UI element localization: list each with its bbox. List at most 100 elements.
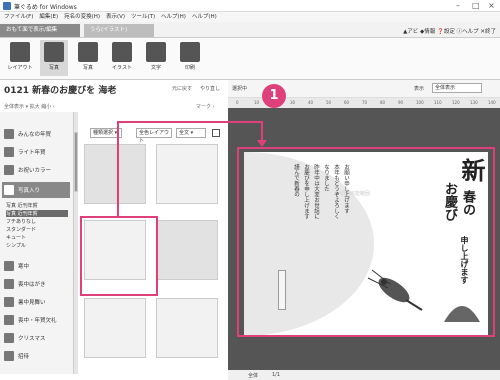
minimize-button[interactable]: – (456, 1, 460, 10)
filter-bar: 種類選択 ▾ 全色レイアウト 全文 ▾ (82, 128, 222, 144)
toolbar-photo-button[interactable]: 写真 (40, 40, 68, 76)
card-icon (4, 129, 14, 139)
ruler-tick-label: 40 (308, 100, 314, 105)
text-select[interactable]: 全文 ▾ (176, 128, 206, 138)
selected-template-highlight (80, 216, 158, 296)
sidebar-item-color[interactable]: お祝いカラー (2, 162, 70, 178)
sidebar-item-photo[interactable]: 写真入り (2, 182, 70, 198)
ruler-tick-label: 120 (452, 100, 460, 105)
grid-view-icon[interactable] (212, 129, 220, 137)
menu-help-2[interactable]: ヘルプ(H) (192, 12, 217, 22)
selection-label: 選択中 (232, 86, 248, 92)
sidebar-sub-2[interactable]: 写真 近刊年賀 (6, 210, 68, 217)
mourning-icon (4, 279, 14, 289)
sidebar-sub-1[interactable]: 写真 近刊年賀 (6, 202, 38, 209)
tab-back[interactable]: うら(イラスト) (84, 24, 154, 37)
sidebar-item-mochu[interactable]: 喪中はがき (2, 276, 70, 292)
redo-button[interactable]: やり直し (200, 85, 220, 92)
toolbar-text-button[interactable]: 文字 (142, 40, 170, 76)
ruler-tick-label: 10 (254, 100, 260, 105)
xmas-icon (4, 333, 14, 343)
ruler-tick-label: 0 (236, 100, 239, 105)
photo2-icon (78, 42, 98, 62)
ruler-tick-label: 70 (362, 100, 368, 105)
photo-icon (44, 42, 64, 62)
page-indicator: 1/1 (272, 372, 281, 378)
ruler-tick-label: 60 (344, 100, 350, 105)
ruler-tick-label: 100 (416, 100, 424, 105)
invite-icon (4, 351, 14, 361)
ruler-tick-label: 130 (470, 100, 478, 105)
menu-tools[interactable]: ツール(T) (131, 12, 155, 22)
callout-number-badge: 1 (262, 84, 286, 108)
menu-file[interactable]: ファイル(F) (4, 12, 33, 22)
sidebar-scrollbar[interactable] (74, 112, 78, 374)
template-thumb-5[interactable] (84, 298, 146, 358)
sidebar-sub-3[interactable]: フチありなし (6, 218, 36, 225)
mark-control[interactable]: マーク › (196, 103, 215, 110)
ruler-tick-label: 90 (398, 100, 404, 105)
window-title: 筆ぐるめ for Windows (14, 4, 77, 11)
menu-bar: ファイル(F) 編集(E) 宛名の変換(H) 表示(V) ツール(T) ヘルプ(… (0, 12, 500, 22)
tab-front[interactable]: おもて面で表示/編集 (0, 24, 80, 37)
menu-edit[interactable]: 編集(E) (39, 12, 58, 22)
template-thumb-2[interactable] (156, 144, 218, 204)
app-icon (3, 2, 11, 10)
toolbar-print-button[interactable]: 印刷 (176, 40, 204, 76)
sidebar-item-xmas[interactable]: クリスマス (2, 330, 70, 346)
toolbar-photo2-button[interactable]: 写真 (74, 40, 102, 76)
tab-bar: おもて面で表示/編集 うら(イラスト) ▲アビ ◆情報 ❓設定 ⓘヘルプ ✕終了 (0, 22, 500, 38)
template-thumb-6[interactable] (156, 298, 218, 358)
template-thumb-4[interactable] (156, 220, 218, 280)
view-label: 表示 (414, 86, 425, 92)
sidebar-item-notice[interactable]: 喪中・年賀欠礼 (2, 312, 70, 328)
photo-icon (4, 185, 14, 195)
preview-highlight (237, 147, 495, 337)
illust-icon (112, 42, 132, 62)
design-header: 0121 新春のお慶びを 海老 元に戻す やり直し (0, 80, 226, 98)
top-links[interactable]: ▲アビ ◆情報 ❓設定 ⓘヘルプ ✕終了 (403, 27, 496, 35)
ruler-tick-label: 30 (290, 100, 296, 105)
menu-view[interactable]: 表示(V) (106, 12, 125, 22)
toolbar-illust-button[interactable]: イラスト (108, 40, 136, 76)
notice-icon (4, 315, 14, 325)
toolbar-layout-button[interactable]: レイアウト (6, 40, 34, 76)
menu-address[interactable]: 宛名の変換(H) (64, 12, 100, 22)
undo-button[interactable]: 元に戻す (172, 85, 192, 92)
sidebar-sub-4[interactable]: スタンダード (6, 226, 36, 233)
ruler-tick-label: 80 (380, 100, 386, 105)
color-icon (4, 165, 14, 175)
title-bar: 筆ぐるめ for Windows – □ × (0, 0, 500, 12)
print-icon (180, 42, 200, 62)
view-mode-select[interactable]: 全体表示 (432, 83, 482, 93)
maximize-button[interactable]: □ (472, 1, 480, 10)
sidebar-sub-6[interactable]: シンプル (6, 242, 26, 249)
light-icon (4, 147, 14, 157)
zoom-controls[interactable]: 全体表示 ▾ 拡大 縮小 ‹ (4, 103, 55, 110)
winter-icon (4, 261, 14, 271)
category-sidebar: みんなの年賀 ライト年賀 お祝いカラー 写真入り 写真 近刊年賀 写真 近刊年賀… (0, 112, 74, 374)
layout-icon (10, 42, 30, 62)
close-button[interactable]: × (488, 1, 495, 10)
zoom-level[interactable]: 全体 (248, 372, 258, 379)
main-toolbar: レイアウト 写真 写真 イラスト 文字 印刷 (0, 38, 500, 80)
canvas-statusbar: 全体 1/1 (228, 370, 500, 380)
ruler-tick-label: 140 (488, 100, 496, 105)
design-title: 0121 新春のお慶びを 海老 (4, 86, 117, 96)
sidebar-item-minna[interactable]: みんなの年賀 (2, 126, 70, 142)
sidebar-sub-5[interactable]: キュート (6, 234, 26, 241)
menu-help[interactable]: ヘルプ(H) (161, 12, 186, 22)
sidebar-item-light[interactable]: ライト年賀 (2, 144, 70, 160)
view-subbar: 全体表示 ▾ 拡大 縮小 ‹ マーク › (0, 100, 226, 112)
sidebar-item-kanchu[interactable]: 寒中 (2, 258, 70, 274)
ruler-tick-label: 110 (434, 100, 442, 105)
text-icon (146, 42, 166, 62)
sidebar-item-invite[interactable]: 招待 (2, 348, 70, 364)
summer-icon (4, 297, 14, 307)
color-layout-select[interactable]: 全色レイアウト (136, 128, 172, 144)
type-select[interactable]: 種類選択 ▾ (90, 128, 122, 138)
template-thumb-1[interactable] (84, 144, 146, 204)
scrollbar-thumb[interactable] (74, 132, 78, 192)
ruler-tick-label: 50 (326, 100, 332, 105)
sidebar-item-shochu[interactable]: 暑中見舞い (2, 294, 70, 310)
